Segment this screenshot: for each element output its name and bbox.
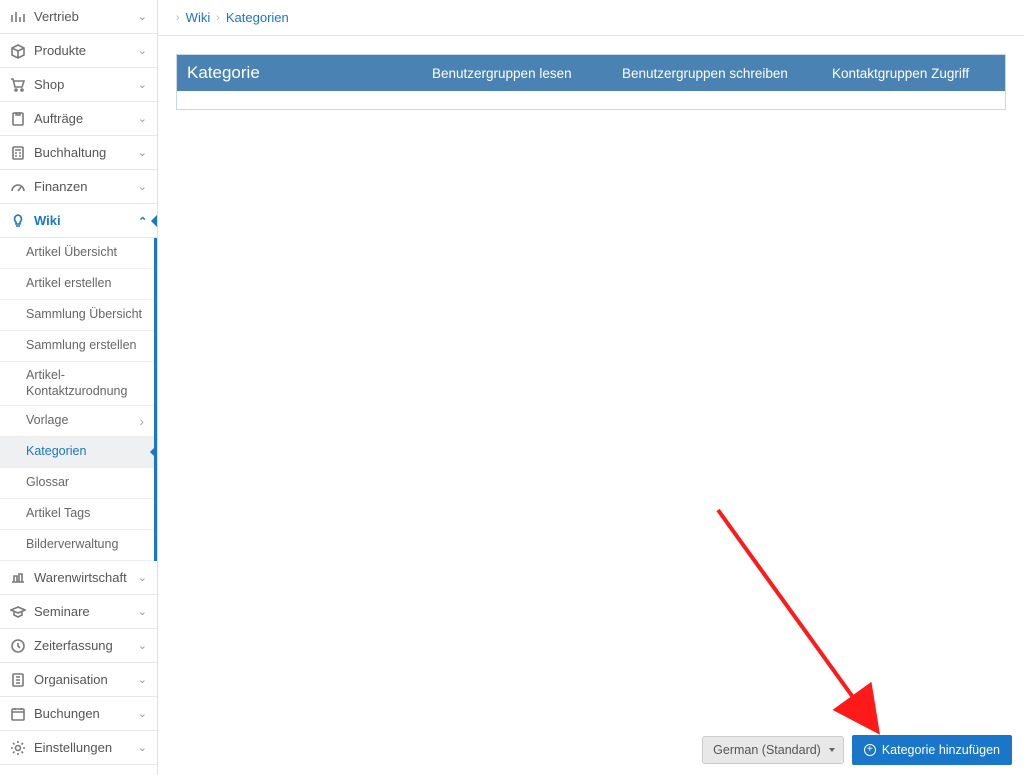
bulb-icon [10,213,26,229]
nav-finanzen[interactable]: Finanzen ⌄ [0,170,157,204]
chevron-down-icon: ⌄ [138,707,147,720]
nav-label: Zeiterfassung [34,638,138,653]
chevron-down-icon: ⌄ [138,180,147,193]
categories-table: Kategorie Benutzergruppen lesen Benutzer… [176,54,1006,110]
gauge-icon [10,179,26,195]
col-contact-groups: Kontaktgruppen Zugriff [822,58,1005,89]
nav-label: Seminare [34,604,138,619]
chevron-down-icon: ⌄ [138,741,147,754]
nav-produkte[interactable]: Produkte ⌄ [0,34,157,68]
clock-icon [10,638,26,654]
org-icon [10,672,26,688]
chevron-down-icon: ⌄ [138,78,147,91]
subnav-artikel-tags[interactable]: Artikel Tags [0,499,154,530]
add-category-button[interactable]: + Kategorie hinzufügen [852,735,1012,765]
chevron-down-icon: ⌄ [138,44,147,57]
table-body-empty [177,91,1005,109]
chevron-down-icon: ⌄ [138,639,147,652]
language-selected-label: German (Standard) [713,743,821,757]
col-read-groups: Benutzergruppen lesen [422,58,612,89]
nav-label: Produkte [34,43,138,58]
chevron-right-icon: › [216,12,220,24]
nav-warenwirtschaft[interactable]: Warenwirtschaft ⌄ [0,561,157,595]
sidebar: Vertrieb ⌄ Produkte ⌄ Shop ⌄ Aufträge ⌄ … [0,0,158,775]
subnav-glossar[interactable]: Glossar [0,468,154,499]
chevron-down-icon: ⌄ [138,112,147,125]
nav-seminare[interactable]: Seminare ⌄ [0,595,157,629]
nav-buchungen[interactable]: Buchungen ⌄ [0,697,157,731]
cart-icon [10,77,26,93]
nav-organisation[interactable]: Organisation ⌄ [0,663,157,697]
chevron-down-icon: ⌄ [138,673,147,686]
nav-einstellungen[interactable]: Einstellungen ⌄ [0,731,157,765]
subnav-sammlung-uebersicht[interactable]: Sammlung Übersicht [0,300,154,331]
calc-icon [10,145,26,161]
subnav-sammlung-erstellen[interactable]: Sammlung erstellen [0,331,154,362]
add-category-label: Kategorie hinzufügen [882,743,1000,757]
col-write-groups: Benutzergruppen schreiben [612,58,822,89]
nav-auftraege[interactable]: Aufträge ⌄ [0,102,157,136]
chevron-down-icon: ⌄ [138,571,147,584]
nav-label: Vertrieb [34,9,138,24]
nav-buchhaltung[interactable]: Buchhaltung ⌄ [0,136,157,170]
subnav-bilderverwaltung[interactable]: Bilderverwaltung [0,530,154,561]
grad-icon [10,604,26,620]
chevron-down-icon: ⌄ [138,605,147,618]
nav-label: Finanzen [34,179,138,194]
breadcrumb: › Wiki › Kategorien [158,0,1024,36]
chevron-down-icon: ⌄ [138,146,147,159]
subnav-kategorien[interactable]: Kategorien [0,437,154,468]
nav-wiki[interactable]: Wiki ⌄ [0,204,157,238]
gear-icon [10,740,26,756]
wiki-submenu: Artikel Übersicht Artikel erstellen Samm… [0,238,157,561]
nav-label: Wiki [34,213,138,228]
main-content: › Wiki › Kategorien Kategorie Benutzergr… [158,0,1024,775]
nav-shop[interactable]: Shop ⌄ [0,68,157,102]
nav-vertrieb[interactable]: Vertrieb ⌄ [0,0,157,34]
pallet-icon [10,570,26,586]
breadcrumb-wiki[interactable]: Wiki [186,10,211,25]
chevron-down-icon: ⌄ [138,214,147,227]
subnav-artikel-erstellen[interactable]: Artikel erstellen [0,269,154,300]
plus-circle-icon: + [864,744,876,756]
nav-label: Einstellungen [34,740,138,755]
nav-label: Shop [34,77,138,92]
subnav-artikel-uebersicht[interactable]: Artikel Übersicht [0,238,154,269]
bars-icon [10,9,26,25]
nav-label: Aufträge [34,111,138,126]
table-header-row: Kategorie Benutzergruppen lesen Benutzer… [177,55,1005,91]
subnav-artikel-kontaktzurodnung[interactable]: Artikel-Kontaktzurodnung [0,362,154,406]
subnav-vorlage[interactable]: Vorlage [0,406,154,437]
nav-label: Buchungen [34,706,138,721]
footer-actions: German (Standard) + Kategorie hinzufügen [702,735,1012,765]
clipboard-icon [10,111,26,127]
cal-icon [10,706,26,722]
language-select[interactable]: German (Standard) [702,736,844,764]
col-kategorie: Kategorie [177,55,422,91]
nav-zeiterfassung[interactable]: Zeiterfassung ⌄ [0,629,157,663]
chevron-down-icon: ⌄ [138,10,147,23]
nav-label: Warenwirtschaft [34,570,138,585]
breadcrumb-kategorien[interactable]: Kategorien [226,10,289,25]
nav-label: Buchhaltung [34,145,138,160]
chevron-right-icon: › [176,12,180,24]
box-icon [10,43,26,59]
nav-label: Organisation [34,672,138,687]
content-area: Kategorie Benutzergruppen lesen Benutzer… [158,36,1024,775]
